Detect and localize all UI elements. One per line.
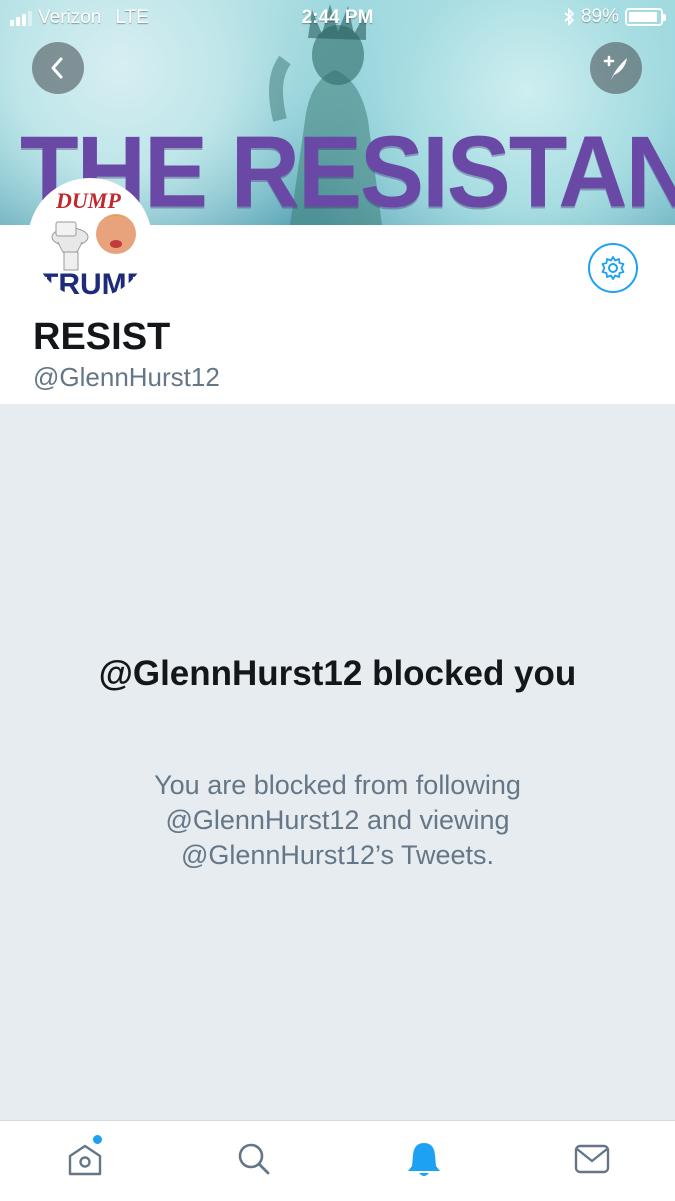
search-icon: [238, 1143, 270, 1175]
tab-notifications[interactable]: [404, 1139, 444, 1179]
home-icon: [68, 1144, 102, 1176]
tab-messages[interactable]: [572, 1139, 612, 1179]
gear-icon: [601, 256, 625, 280]
home-badge: [93, 1135, 102, 1144]
tab-bar: [0, 1120, 675, 1201]
svg-text:DUMP: DUMP: [55, 188, 121, 213]
profile-name: RESIST: [33, 316, 171, 358]
battery-percent: 89%: [580, 6, 619, 27]
back-button[interactable]: [32, 42, 84, 94]
notifications-icon: [408, 1143, 440, 1176]
tab-search[interactable]: [234, 1139, 274, 1179]
tab-home[interactable]: [65, 1135, 105, 1179]
avatar-image: DUMP TRUMP: [32, 182, 148, 298]
messages-icon: [574, 1144, 610, 1174]
battery-icon: [625, 8, 666, 26]
settings-button[interactable]: [588, 243, 638, 293]
profile-handle: @GlennHurst12: [33, 362, 220, 392]
chevron-left-icon: [51, 57, 63, 79]
status-bar: Verizon LTE 2:44 PM 89%: [0, 0, 675, 36]
bluetooth-icon: [564, 8, 575, 26]
blocked-description: You are blocked from following @GlennHur…: [154, 770, 521, 870]
avatar[interactable]: DUMP TRUMP: [28, 178, 152, 302]
compose-tweet-icon: [603, 55, 627, 80]
blocked-title: @GlennHurst12 blocked you: [98, 654, 577, 693]
compose-tweet-button[interactable]: [590, 42, 642, 94]
